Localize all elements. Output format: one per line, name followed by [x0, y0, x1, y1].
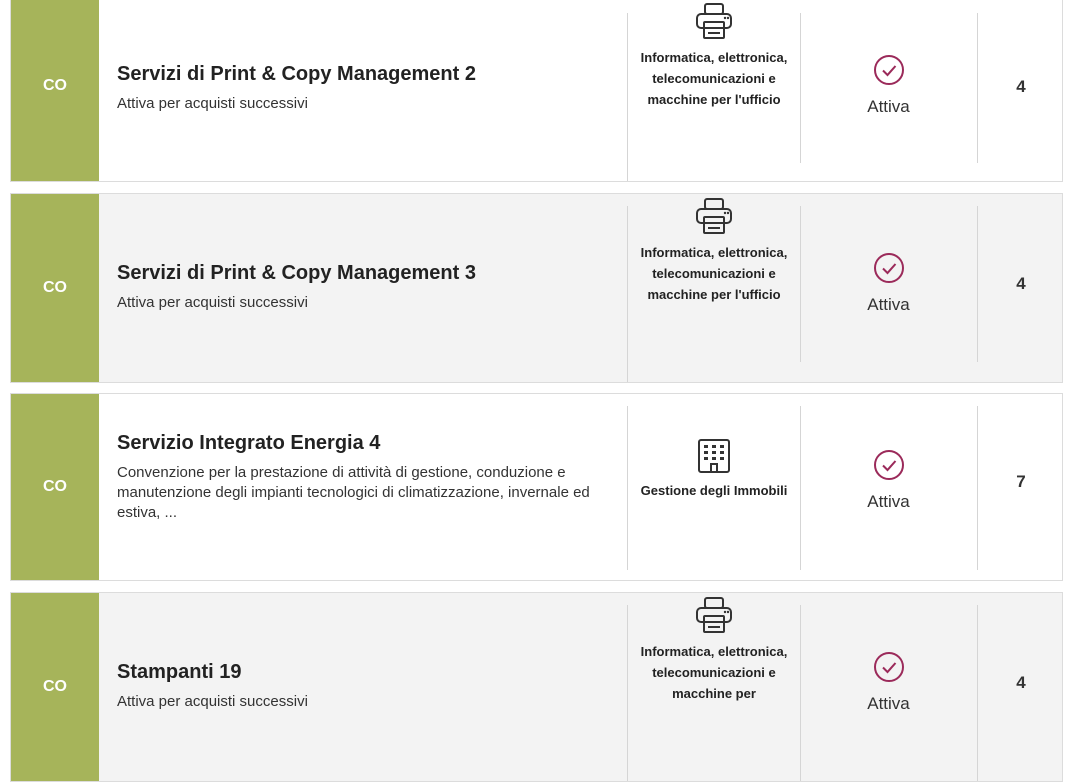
status-label: Attiva — [867, 492, 910, 511]
item-description: Attiva per acquisti successivi — [117, 95, 308, 112]
printer-icon — [696, 597, 732, 633]
printer-icon — [696, 198, 732, 234]
count: 4 — [1016, 77, 1026, 96]
type-badge: CO — [11, 593, 99, 781]
item-description: Attiva per acquisti successivi — [117, 693, 308, 710]
status: Attiva — [801, 54, 976, 117]
check-circle-icon — [873, 652, 904, 682]
count: 7 — [1016, 472, 1026, 491]
status-label: Attiva — [867, 97, 910, 116]
item-description: Convenzione per la prestazione di attivi… — [117, 464, 590, 521]
category: Informatica, elettronica, telecomunicazi… — [628, 198, 800, 305]
type-badge: CO — [11, 194, 99, 382]
status: Attiva — [801, 449, 976, 512]
status: Attiva — [801, 651, 976, 714]
category: Informatica, elettronica, telecomunicazi… — [628, 3, 800, 110]
list-item[interactable]: CO Servizi di Print & Copy Management 3 … — [10, 193, 1063, 383]
item-title[interactable]: Servizi di Print & Copy Management 3 — [117, 262, 622, 285]
item-title[interactable]: Servizio Integrato Energia 4 — [117, 432, 622, 455]
building-icon — [698, 439, 730, 473]
type-badge: CO — [11, 394, 99, 580]
item-title[interactable]: Servizi di Print & Copy Management 2 — [117, 63, 622, 86]
check-circle-icon — [873, 450, 904, 480]
category: Gestione degli Immobili — [628, 438, 800, 501]
item-title[interactable]: Stampanti 19 — [117, 661, 622, 684]
count: 4 — [1016, 673, 1026, 692]
check-circle-icon — [873, 55, 904, 85]
type-badge: CO — [11, 0, 99, 181]
count: 4 — [1016, 274, 1026, 293]
check-circle-icon — [873, 253, 904, 283]
list-item[interactable]: CO Stampanti 19 Attiva per acquisti succ… — [10, 592, 1063, 782]
status: Attiva — [801, 252, 976, 315]
status-label: Attiva — [867, 694, 910, 713]
list-item[interactable]: CO Servizio Integrato Energia 4 Convenzi… — [10, 393, 1063, 581]
status-label: Attiva — [867, 295, 910, 314]
category: Informatica, elettronica, telecomunicazi… — [628, 597, 800, 704]
item-description: Attiva per acquisti successivi — [117, 294, 308, 311]
printer-icon — [696, 3, 732, 39]
list-item[interactable]: CO Servizi di Print & Copy Management 2 … — [10, 0, 1063, 182]
